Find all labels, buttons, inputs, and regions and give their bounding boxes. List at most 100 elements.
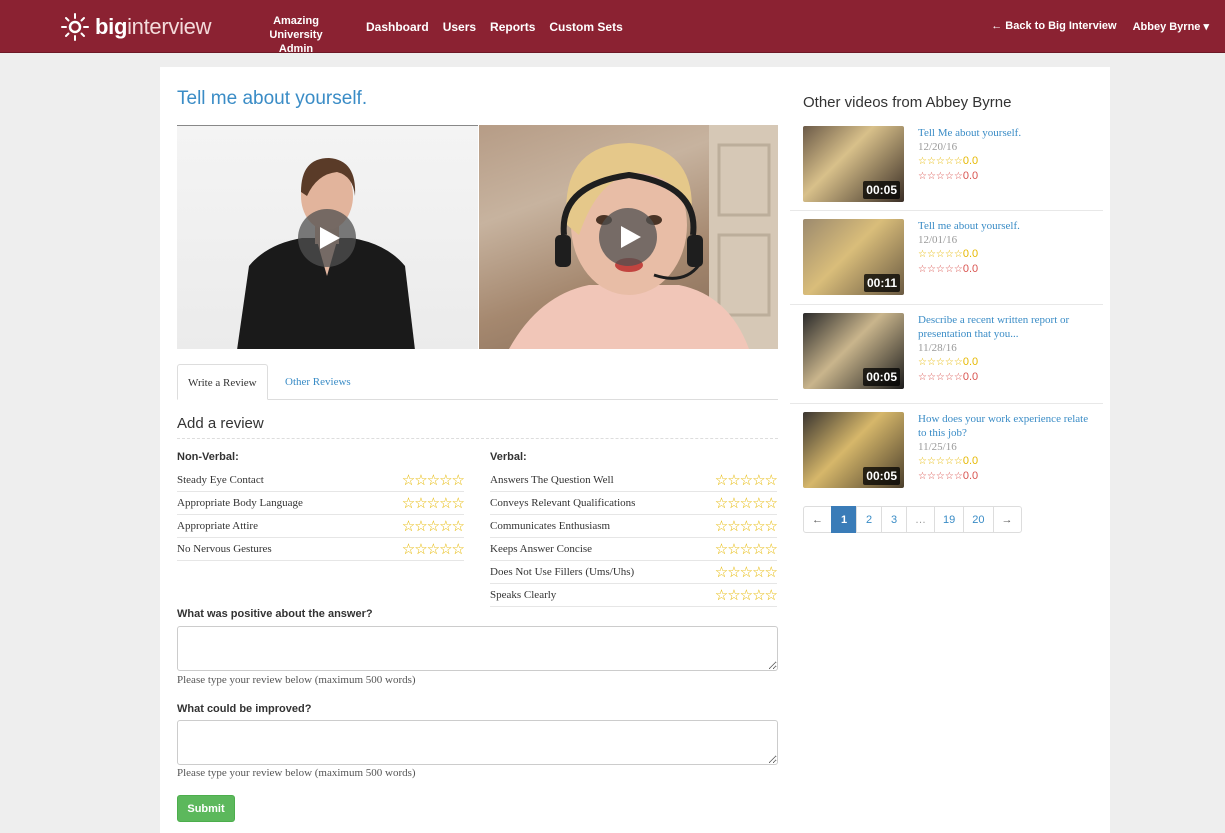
video-title-link[interactable]: Tell Me about yourself. xyxy=(918,126,1098,140)
rating-value: 0.0 xyxy=(962,455,979,467)
rating-red: ☆☆☆☆☆0.0 xyxy=(918,469,1098,484)
rating-yellow: ☆☆☆☆☆0.0 xyxy=(918,454,1098,469)
logo-wordmark: biginterview xyxy=(95,14,212,39)
rating-red: ☆☆☆☆☆0.0 xyxy=(918,262,1098,277)
video-title-link[interactable]: How does your work experience relate to … xyxy=(918,412,1098,440)
pagination-prev[interactable]: ← xyxy=(803,506,832,533)
video-item-details: Tell me about yourself. 12/01/16 ☆☆☆☆☆0.… xyxy=(918,219,1098,277)
nav-right: ← Back to Big Interview Abbey Byrne ▾ xyxy=(975,20,1209,33)
video-date: 12/01/16 xyxy=(918,234,958,246)
verbal-criteria: Verbal: Answers The Question Well ☆☆☆☆☆ C… xyxy=(490,451,778,607)
rating-yellow: ☆☆☆☆☆0.0 xyxy=(918,355,1098,370)
nonverbal-criteria: Non-Verbal: Steady Eye Contact ☆☆☆☆☆ Appr… xyxy=(177,451,465,561)
sidebar-divider xyxy=(790,210,1103,211)
video-date: 11/25/16 xyxy=(918,441,957,453)
sidebar-title: Other videos from Abbey Byrne xyxy=(803,94,1012,111)
video-title-link[interactable]: Describe a recent written report or pres… xyxy=(918,313,1098,341)
pagination-page-1[interactable]: 1 xyxy=(831,506,857,533)
pagination-next[interactable]: → xyxy=(992,506,1022,533)
criterion-label: Appropriate Attire xyxy=(177,520,258,532)
video-duration: 00:05 xyxy=(863,368,900,386)
improve-review-textarea[interactable] xyxy=(177,720,778,765)
nav-dashboard[interactable]: Dashboard xyxy=(366,20,429,34)
rating-value: 0.0 xyxy=(962,263,979,275)
star-rating-input[interactable]: ☆☆☆☆☆ xyxy=(715,563,778,581)
star-rating-input[interactable]: ☆☆☆☆☆ xyxy=(715,494,778,512)
main-card: Tell me about yourself. Write a Review O… xyxy=(160,67,1110,833)
pagination-page-2[interactable]: 2 xyxy=(856,506,882,533)
star-rating-input[interactable]: ☆☆☆☆☆ xyxy=(715,517,778,535)
positive-review-textarea[interactable] xyxy=(177,626,778,671)
criterion-row: Does Not Use Fillers (Ums/Uhs) ☆☆☆☆☆ xyxy=(490,561,778,584)
candidate-video[interactable] xyxy=(479,125,778,349)
submit-button[interactable]: Submit xyxy=(177,795,235,822)
nav-users[interactable]: Users xyxy=(443,20,476,34)
org-name: Amazing University Admin xyxy=(250,14,342,56)
positive-question-label: What was positive about the answer? xyxy=(177,608,373,620)
star-icons: ☆☆☆☆☆ xyxy=(918,249,963,260)
pagination-page-3[interactable]: 3 xyxy=(881,506,907,533)
criterion-row: Keeps Answer Concise ☆☆☆☆☆ xyxy=(490,538,778,561)
question-title: Tell me about yourself. xyxy=(177,88,368,109)
video-item-details: How does your work experience relate to … xyxy=(918,412,1098,484)
pagination: ← 1 2 3 … 19 20 → xyxy=(803,506,1022,533)
tab-other-reviews[interactable]: Other Reviews xyxy=(275,364,361,400)
star-rating-input[interactable]: ☆☆☆☆☆ xyxy=(402,494,465,512)
user-menu-dropdown[interactable]: Abbey Byrne ▾ xyxy=(1133,20,1209,33)
verbal-heading: Verbal: xyxy=(490,451,527,463)
criterion-label: Conveys Relevant Qualifications xyxy=(490,497,636,509)
star-icons: ☆☆☆☆☆ xyxy=(918,357,963,368)
star-rating-input[interactable]: ☆☆☆☆☆ xyxy=(402,517,465,535)
criterion-label: Does Not Use Fillers (Ums/Uhs) xyxy=(490,566,635,578)
back-to-big-interview-link[interactable]: ← Back to Big Interview xyxy=(991,20,1116,33)
criterion-row: Appropriate Body Language ☆☆☆☆☆ xyxy=(177,492,465,515)
rating-value: 0.0 xyxy=(962,371,979,383)
pagination-page-19[interactable]: 19 xyxy=(934,506,965,533)
nav-custom-sets[interactable]: Custom Sets xyxy=(549,20,622,34)
main-nav: Dashboard Users Reports Custom Sets xyxy=(366,20,637,34)
criterion-row: Appropriate Attire ☆☆☆☆☆ xyxy=(177,515,465,538)
sun-logo-icon xyxy=(61,13,89,41)
video-thumbnail[interactable]: 00:05 xyxy=(803,412,904,488)
video-thumbnail[interactable]: 00:11 xyxy=(803,219,904,295)
star-rating-input[interactable]: ☆☆☆☆☆ xyxy=(715,586,778,604)
video-thumbnail[interactable]: 00:05 xyxy=(803,126,904,202)
criterion-row: Steady Eye Contact ☆☆☆☆☆ xyxy=(177,469,465,492)
star-icons: ☆☆☆☆☆ xyxy=(918,264,963,275)
video-date: 11/28/16 xyxy=(918,342,957,354)
interviewer-video[interactable] xyxy=(177,125,478,349)
video-title-link[interactable]: Tell me about yourself. xyxy=(918,219,1098,233)
nav-reports[interactable]: Reports xyxy=(490,20,535,34)
star-icons: ☆☆☆☆☆ xyxy=(918,171,963,182)
rating-yellow: ☆☆☆☆☆0.0 xyxy=(918,154,1098,169)
criterion-label: Keeps Answer Concise xyxy=(490,543,593,555)
video-thumbnail[interactable]: 00:05 xyxy=(803,313,904,389)
org-name-line1: Amazing University xyxy=(269,15,323,41)
star-icons: ☆☆☆☆☆ xyxy=(918,471,963,482)
criterion-row: Speaks Clearly ☆☆☆☆☆ xyxy=(490,584,778,607)
video-item-details: Tell Me about yourself. 12/20/16 ☆☆☆☆☆0.… xyxy=(918,126,1098,184)
tab-write-a-review[interactable]: Write a Review xyxy=(177,364,268,400)
star-rating-input[interactable]: ☆☆☆☆☆ xyxy=(402,471,465,489)
criterion-label: No Nervous Gestures xyxy=(177,543,272,555)
star-rating-input[interactable]: ☆☆☆☆☆ xyxy=(715,471,778,489)
play-button[interactable] xyxy=(298,209,356,267)
star-icons: ☆☆☆☆☆ xyxy=(918,456,963,467)
improve-question-label: What could be improved? xyxy=(177,703,312,715)
pagination-page-20[interactable]: 20 xyxy=(963,506,994,533)
rating-value: 0.0 xyxy=(962,356,979,368)
improve-review-hint: Please type your review below (maximum 5… xyxy=(177,767,416,779)
criterion-label: Communicates Enthusiasm xyxy=(490,520,611,532)
criterion-label: Steady Eye Contact xyxy=(177,474,264,486)
star-rating-input[interactable]: ☆☆☆☆☆ xyxy=(402,540,465,558)
star-rating-input[interactable]: ☆☆☆☆☆ xyxy=(715,540,778,558)
criterion-row: Communicates Enthusiasm ☆☆☆☆☆ xyxy=(490,515,778,538)
biginterview-logo[interactable]: biginterview xyxy=(60,12,212,42)
play-button[interactable] xyxy=(599,208,657,266)
positive-review-hint: Please type your review below (maximum 5… xyxy=(177,674,416,686)
criterion-row: Answers The Question Well ☆☆☆☆☆ xyxy=(490,469,778,492)
play-icon xyxy=(620,226,641,248)
pagination-ellipsis: … xyxy=(906,506,935,533)
review-tabs: Write a Review Other Reviews xyxy=(177,364,778,400)
video-date: 12/20/16 xyxy=(918,141,958,153)
